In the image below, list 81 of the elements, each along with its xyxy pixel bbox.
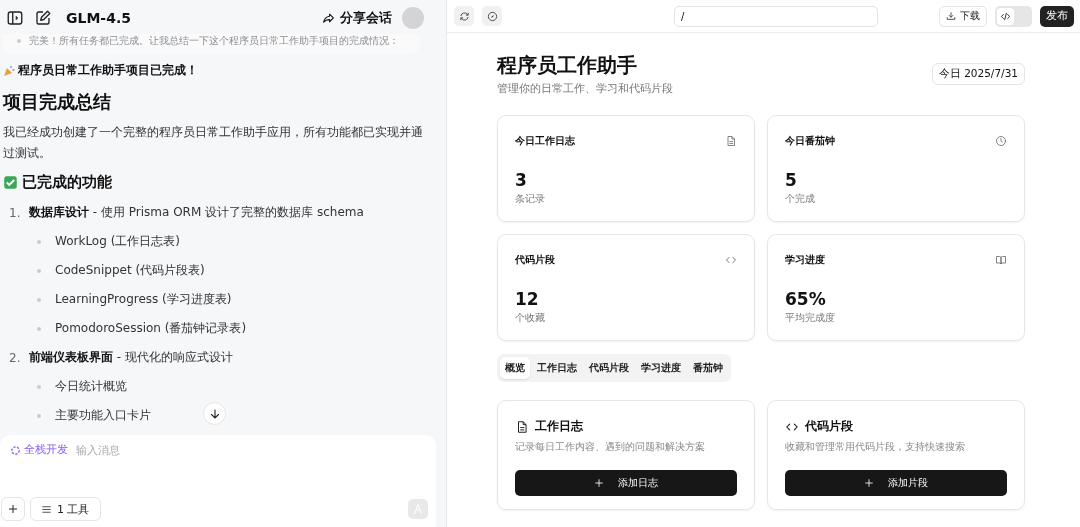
tab[interactable]: 学习进度 — [636, 357, 686, 379]
stat-unit: 个完成 — [785, 192, 816, 206]
mode-button[interactable]: 全栈开发 — [10, 443, 68, 457]
share-button[interactable]: 分享会话 — [322, 9, 392, 27]
download-icon — [946, 11, 956, 21]
page-title: 程序员工作助手 — [497, 52, 638, 79]
list-icon — [41, 503, 52, 515]
feature-title: 代码片段 — [805, 418, 853, 435]
feature-title: 工作日志 — [535, 418, 583, 435]
tools-button[interactable]: 1 工具 — [30, 497, 101, 521]
document-icon — [725, 135, 737, 147]
sidebar-toggle-icon[interactable] — [6, 9, 24, 27]
compass-icon — [486, 10, 498, 22]
url-field[interactable]: / — [674, 5, 878, 27]
section-heading: 已完成的功能 — [22, 173, 112, 192]
checkmark-icon — [3, 175, 18, 190]
stat-value: 3 — [515, 170, 528, 190]
bullet-icon — [37, 326, 41, 331]
code-icon — [1000, 10, 1011, 22]
list-number: 2. — [9, 350, 21, 365]
list-item-text: 主要功能入口卡片 — [55, 407, 151, 424]
code-view-toggle[interactable] — [995, 5, 1032, 27]
clock-icon — [995, 135, 1007, 147]
bullet-icon — [37, 384, 41, 389]
document-icon — [515, 419, 529, 434]
summary-paragraph: 我已经成功创建了一个完整的程序员日常工作助手应用，所有功能都已实现并通过测试。 — [3, 124, 424, 162]
bullet-icon — [37, 268, 41, 273]
bullet-icon — [37, 413, 41, 418]
feature-description: 收藏和管理常用代码片段，支持快速搜索 — [785, 441, 966, 454]
stat-unit: 条记录 — [515, 192, 546, 206]
bullet-icon — [37, 239, 41, 244]
plus-icon — [594, 478, 604, 488]
list-item-text: 数据库设计 - 使用 Prisma ORM 设计了完整的数据库 schema — [29, 204, 364, 221]
tab[interactable]: 工作日志 — [532, 357, 582, 379]
scroll-down-button[interactable] — [203, 402, 226, 425]
add-button[interactable] — [1, 497, 25, 521]
dashed-circle-icon — [10, 444, 21, 456]
list-item-text: CodeSnippet (代码片段表) — [55, 262, 205, 279]
list-item-text: PomodoroSession (番茄钟记录表) — [55, 320, 247, 337]
arrow-down-icon — [208, 407, 221, 420]
stat-label: 今日工作日志 — [515, 134, 575, 148]
download-button[interactable]: 下载 — [939, 5, 987, 27]
summary-heading: 项目完成总结 — [3, 90, 112, 114]
announcement: 程序员日常工作助手项目已完成！ — [18, 62, 198, 79]
model-name[interactable]: GLM-4.5 — [66, 10, 131, 26]
party-popper-icon — [3, 64, 15, 77]
list-item-text: 今日统计概览 — [55, 378, 127, 395]
stat-label: 今日番茄钟 — [785, 134, 835, 148]
faded-message: 完美！所有任务都已完成。让我总结一下这个程序员日常工作助手项目的完成情况： — [29, 34, 399, 48]
compass-button[interactable] — [482, 6, 502, 26]
list-item-text: 前端仪表板界面 - 现代化的响应式设计 — [29, 349, 233, 366]
book-icon — [995, 254, 1007, 266]
tab[interactable]: 番茄钟 — [688, 357, 728, 379]
edit-icon[interactable] — [34, 9, 52, 27]
stat-unit: 个收藏 — [515, 311, 546, 325]
bullet-icon — [17, 39, 21, 43]
plus-icon — [864, 478, 874, 488]
date-badge: 今日 2025/7/31 — [931, 63, 1025, 85]
share-icon — [322, 11, 335, 25]
tab[interactable]: 概览 — [500, 357, 530, 379]
stat-label: 代码片段 — [515, 253, 555, 267]
plus-icon — [7, 503, 19, 515]
add-button[interactable]: 添加日志 — [515, 470, 737, 496]
page-subtitle: 管理你的日常工作、学习和代码片段 — [497, 81, 673, 96]
stat-label: 学习进度 — [785, 253, 825, 267]
code-icon — [725, 254, 737, 266]
refresh-icon — [458, 10, 470, 22]
stat-value: 12 — [515, 289, 540, 309]
list-item-text: LearningProgress (学习进度表) — [55, 291, 232, 308]
stat-value: 5 — [785, 170, 798, 190]
message-input[interactable]: 输入消息 — [74, 443, 278, 457]
stat-value: 65% — [785, 289, 827, 309]
publish-button[interactable]: 发布 — [1040, 5, 1074, 27]
tab[interactable]: 代码片段 — [584, 357, 634, 379]
list-item-text: WorkLog (工作日志表) — [55, 233, 180, 250]
refresh-button[interactable] — [454, 6, 474, 26]
list-number: 1. — [9, 205, 21, 220]
stat-unit: 平均完成度 — [785, 311, 836, 325]
bullet-icon — [37, 297, 41, 302]
add-button[interactable]: 添加片段 — [785, 470, 1007, 496]
feature-description: 记录每日工作内容、遇到的问题和解决方案 — [515, 441, 706, 454]
